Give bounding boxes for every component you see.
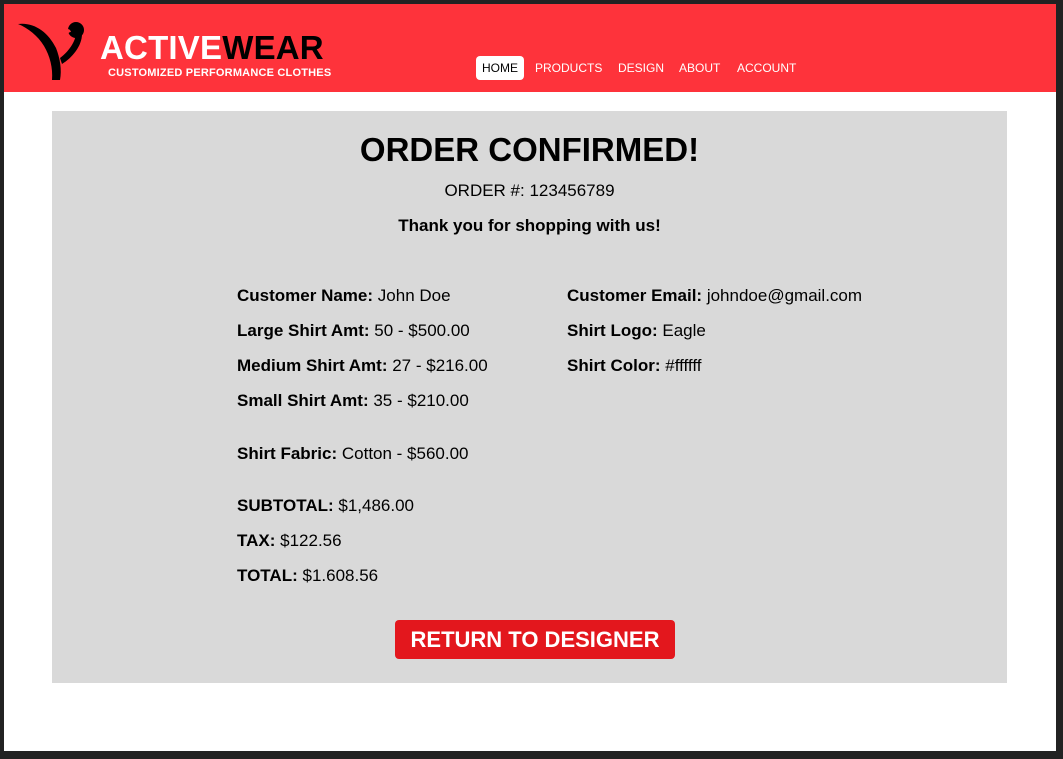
large-shirt-label: Large Shirt Amt: bbox=[237, 321, 370, 340]
customer-email-label: Customer Email: bbox=[567, 286, 703, 305]
subtotal-label: SUBTOTAL: bbox=[237, 496, 334, 515]
total-value: $1.608.56 bbox=[302, 566, 379, 585]
shirt-color-value: #ffffff bbox=[665, 356, 702, 375]
brand-tagline: CUSTOMIZED PERFORMANCE CLOTHES bbox=[108, 67, 332, 79]
browser-frame: ACTIVEWEAR CUSTOMIZED PERFORMANCE CLOTHE… bbox=[4, 4, 1056, 751]
subtotal-value: $1,486.00 bbox=[338, 496, 415, 515]
medium-shirt-row: Medium Shirt Amt: 27 - $216.00 bbox=[237, 356, 488, 376]
nav-home[interactable]: HOME bbox=[476, 56, 524, 80]
nav-account[interactable]: ACCOUNT bbox=[737, 56, 796, 80]
total-row: TOTAL: $1.608.56 bbox=[237, 566, 378, 586]
customer-name-row: Customer Name: John Doe bbox=[237, 286, 451, 306]
medium-shirt-label: Medium Shirt Amt: bbox=[237, 356, 388, 375]
brand-name-part1: ACTIVE bbox=[100, 29, 223, 66]
shirt-color-row: Shirt Color: #ffffff bbox=[567, 356, 702, 376]
tax-value: $122.56 bbox=[280, 531, 342, 550]
tax-label: TAX: bbox=[237, 531, 276, 550]
customer-email-value: johndoe@gmail.com bbox=[706, 286, 863, 305]
order-confirmation-panel: ORDER CONFIRMED! ORDER #: 123456789 Than… bbox=[52, 111, 1007, 683]
medium-shirt-value: 27 - $216.00 bbox=[392, 356, 488, 375]
shirt-fabric-row: Shirt Fabric: Cotton - $560.00 bbox=[237, 444, 469, 464]
total-label: TOTAL: bbox=[237, 566, 298, 585]
large-shirt-row: Large Shirt Amt: 50 - $500.00 bbox=[237, 321, 470, 341]
site-header: ACTIVEWEAR CUSTOMIZED PERFORMANCE CLOTHE… bbox=[4, 4, 1056, 92]
order-number: ORDER #: 123456789 bbox=[444, 181, 615, 200]
small-shirt-label: Small Shirt Amt: bbox=[237, 391, 369, 410]
small-shirt-row: Small Shirt Amt: 35 - $210.00 bbox=[237, 391, 469, 411]
large-shirt-value: 50 - $500.00 bbox=[374, 321, 470, 340]
nav-design[interactable]: DESIGN bbox=[618, 56, 664, 80]
small-shirt-value: 35 - $210.00 bbox=[373, 391, 469, 410]
customer-name-label: Customer Name: bbox=[237, 286, 374, 305]
shirt-fabric-value: Cotton - $560.00 bbox=[341, 444, 469, 463]
shirt-logo-label: Shirt Logo: bbox=[567, 321, 658, 340]
brand-name-part2: WEAR bbox=[222, 29, 324, 66]
tax-row: TAX: $122.56 bbox=[237, 531, 342, 551]
return-to-designer-button[interactable]: RETURN TO DESIGNER bbox=[395, 620, 675, 659]
customer-email-row: Customer Email: johndoe@gmail.com bbox=[567, 286, 862, 306]
brand-name[interactable]: ACTIVEWEAR bbox=[100, 31, 324, 65]
subtotal-row: SUBTOTAL: $1,486.00 bbox=[237, 496, 414, 516]
shirt-logo-value: Eagle bbox=[662, 321, 706, 340]
nav-about[interactable]: ABOUT bbox=[679, 56, 720, 80]
shirt-logo-row: Shirt Logo: Eagle bbox=[567, 321, 706, 341]
customer-name-value: John Doe bbox=[377, 286, 451, 305]
shirt-color-label: Shirt Color: bbox=[567, 356, 661, 375]
page-title: ORDER CONFIRMED! bbox=[359, 131, 700, 168]
shirt-fabric-label: Shirt Fabric: bbox=[237, 444, 338, 463]
thank-you-message: Thank you for shopping with us! bbox=[398, 216, 661, 235]
runner-swoosh-logo-icon[interactable] bbox=[16, 18, 88, 82]
nav-products[interactable]: PRODUCTS bbox=[535, 56, 602, 80]
